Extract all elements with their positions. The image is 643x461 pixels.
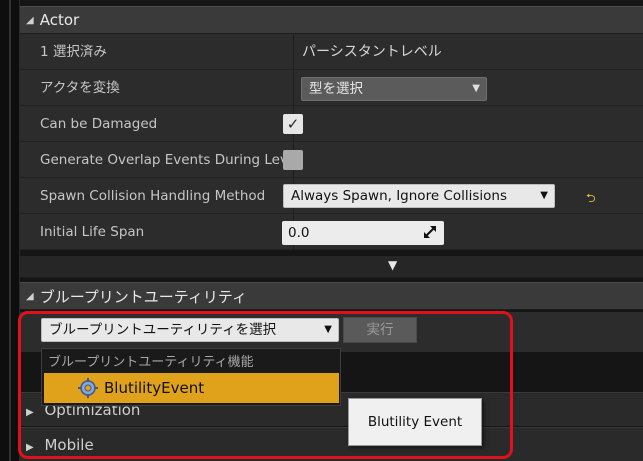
property-row-initial-life-span: Initial Life Span 0.0 [20, 214, 643, 250]
combo-value: Always Spawn, Ignore Collisions [291, 188, 507, 204]
left-panel-edge [0, 0, 20, 461]
property-row-generate-overlap: Generate Overlap Events During Level Str… [20, 142, 643, 178]
chevron-down-icon: ▼ [540, 190, 548, 201]
can-be-damaged-checkbox[interactable]: ✓ [283, 114, 303, 134]
property-label: Generate Overlap Events During Level Str… [40, 152, 292, 168]
property-row-can-be-damaged: Can be Damaged ✓ [20, 106, 643, 142]
property-label: アクタを変換 [40, 80, 120, 96]
property-row-convert-actor: アクタを変換 型を選択 ▼ [20, 70, 643, 106]
property-label: Initial Life Span [40, 224, 145, 240]
drag-grip-icon [424, 226, 436, 238]
checkmark-icon: ✓ [286, 115, 300, 133]
combo-value: 型を選択 [309, 81, 363, 97]
generate-overlap-checkbox[interactable] [283, 150, 303, 170]
spawn-collision-combo[interactable]: Always Spawn, Ignore Collisions ▼ [283, 184, 555, 208]
property-row-spawn-collision: Spawn Collision Handling Method Always S… [20, 178, 643, 214]
property-label: Can be Damaged [40, 116, 158, 132]
initial-life-span-input[interactable]: 0.0 [282, 221, 444, 245]
persistent-level-value: パーシスタントレベル [302, 44, 442, 60]
category-title: Actor [39, 11, 80, 29]
property-label: 1 選択済み [40, 44, 107, 60]
advanced-expander[interactable]: ▼ [20, 256, 643, 278]
category-header-blueprint-utility[interactable]: ◢ ブループリントユーティリティ [20, 282, 643, 310]
highlight-box [18, 311, 513, 459]
expand-triangle-icon: ▼ [388, 258, 398, 272]
reset-to-default-icon[interactable]: ⮌ [586, 189, 596, 210]
chevron-down-icon: ▼ [472, 83, 480, 94]
category-header-actor[interactable]: ◢ Actor [20, 6, 643, 34]
category-title: ブループリントユーティリティ [39, 287, 248, 306]
collapse-triangle-icon: ◢ [26, 14, 34, 26]
number-value: 0.0 [288, 225, 310, 241]
property-row-selected: 1 選択済み パーシスタントレベル [20, 34, 643, 70]
convert-actor-combo[interactable]: 型を選択 ▼ [301, 77, 487, 101]
property-label: Spawn Collision Handling Method [40, 188, 266, 204]
collapse-triangle-icon: ◢ [26, 290, 34, 302]
